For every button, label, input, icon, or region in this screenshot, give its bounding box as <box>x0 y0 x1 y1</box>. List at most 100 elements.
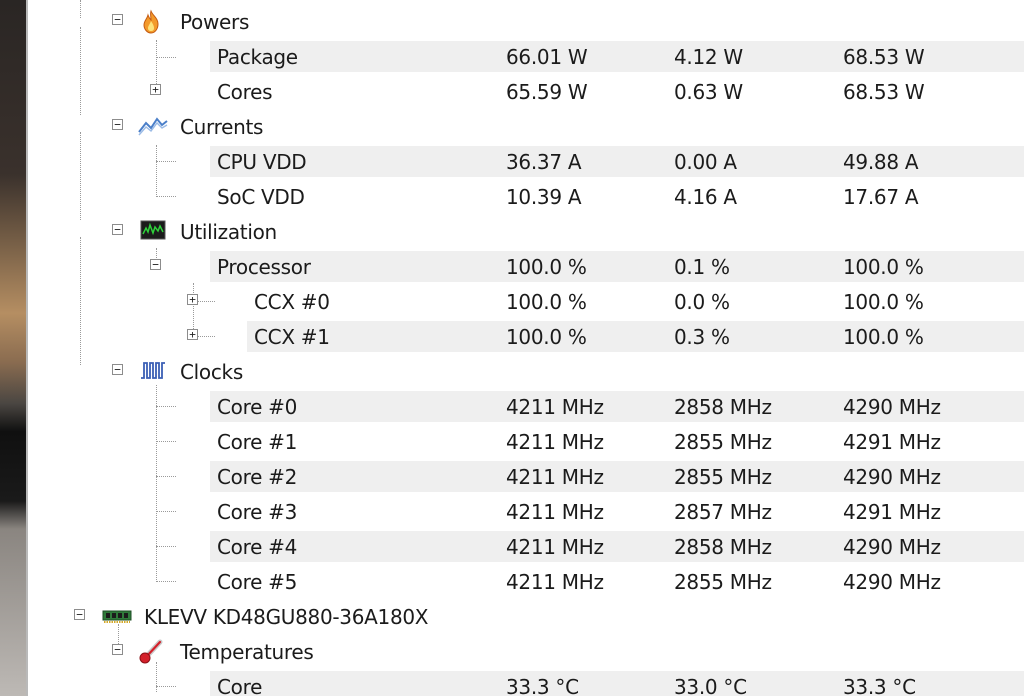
sensor-current-value: 66.01 W <box>506 45 588 69</box>
sensor-current-value: 65.59 W <box>506 80 588 104</box>
group-row-currents[interactable]: − Currents <box>28 109 1024 144</box>
sensor-row-ccx1[interactable]: + CCX #1 100.0 % 0.3 % 100.0 % <box>28 319 1024 354</box>
collapse-toggle-memory[interactable]: − <box>74 609 85 620</box>
sensor-label: Core #5 <box>217 570 298 594</box>
sensor-label: Core #3 <box>217 500 298 524</box>
group-row-powers[interactable]: − Powers <box>28 4 1024 39</box>
sensor-max-value: 100.0 % <box>843 255 924 279</box>
sensor-max-value: 4291 MHz <box>843 430 941 454</box>
device-row-memory[interactable]: − KLEVV KD48GU880-36A180X <box>28 599 1024 634</box>
sensor-label: Processor <box>217 255 311 279</box>
collapse-toggle-clocks[interactable]: − <box>112 364 123 375</box>
sensor-label: Core #0 <box>217 395 298 419</box>
current-wave-icon <box>138 114 168 138</box>
flame-icon <box>138 9 164 34</box>
sensor-min-value: 2858 MHz <box>674 395 772 419</box>
sensor-min-value: 0.0 % <box>674 290 730 314</box>
sensor-max-value: 33.3 °C <box>843 675 916 696</box>
sensor-current-value: 100.0 % <box>506 290 587 314</box>
sensor-current-value: 4211 MHz <box>506 430 604 454</box>
sensor-max-value: 4290 MHz <box>843 570 941 594</box>
clock-pulse-icon <box>140 359 166 383</box>
sensor-min-value: 2857 MHz <box>674 500 772 524</box>
sensor-label: Core #2 <box>217 465 298 489</box>
sensor-label: SoC VDD <box>217 185 305 209</box>
sensor-max-value: 17.67 A <box>843 185 919 209</box>
thermometer-icon <box>138 639 164 664</box>
sensor-current-value: 4211 MHz <box>506 500 604 524</box>
sensor-max-value: 49.88 A <box>843 150 919 174</box>
sensor-current-value: 4211 MHz <box>506 395 604 419</box>
group-label-powers: Powers <box>180 10 250 34</box>
sensor-min-value: 2855 MHz <box>674 430 772 454</box>
sensor-row-core5[interactable]: Core #5 4211 MHz 2855 MHz 4290 MHz <box>28 564 1024 599</box>
sensor-max-value: 68.53 W <box>843 80 925 104</box>
collapse-toggle-currents[interactable]: − <box>112 119 123 130</box>
collapse-toggle-processor[interactable]: − <box>150 259 161 270</box>
sensor-min-value: 33.0 °C <box>674 675 747 696</box>
sensor-row-core3[interactable]: Core #3 4211 MHz 2857 MHz 4291 MHz <box>28 494 1024 529</box>
group-label-temperatures: Temperatures <box>180 640 314 664</box>
sensor-row-ccx0[interactable]: + CCX #0 100.0 % 0.0 % 100.0 % <box>28 284 1024 319</box>
sensor-current-value: 100.0 % <box>506 325 587 349</box>
expand-toggle-ccx0[interactable]: + <box>187 294 198 305</box>
sensor-current-value: 10.39 A <box>506 185 582 209</box>
sensor-row-core2[interactable]: Core #2 4211 MHz 2855 MHz 4290 MHz <box>28 459 1024 494</box>
sensor-label: Core <box>217 675 263 696</box>
device-label-memory: KLEVV KD48GU880-36A180X <box>144 605 429 629</box>
sensor-label: Core #1 <box>217 430 298 454</box>
sensor-max-value: 68.53 W <box>843 45 925 69</box>
sensor-min-value: 2855 MHz <box>674 570 772 594</box>
group-label-utilization: Utilization <box>180 220 277 244</box>
group-row-temperatures[interactable]: − Temperatures <box>28 634 1024 669</box>
sensor-label: Package <box>217 45 298 69</box>
sensor-current-value: 100.0 % <box>506 255 587 279</box>
sensor-min-value: 4.12 W <box>674 45 743 69</box>
sensor-min-value: 0.3 % <box>674 325 730 349</box>
sensor-max-value: 4291 MHz <box>843 500 941 524</box>
sensor-row-core4[interactable]: Core #4 4211 MHz 2858 MHz 4290 MHz <box>28 529 1024 564</box>
sensor-row-package[interactable]: Package 66.01 W 4.12 W 68.53 W <box>28 39 1024 74</box>
group-label-clocks: Clocks <box>180 360 243 384</box>
expand-toggle-ccx1[interactable]: + <box>187 329 198 340</box>
sensor-row-soc-vdd[interactable]: SoC VDD 10.39 A 4.16 A 17.67 A <box>28 179 1024 214</box>
hardware-monitor-window: − Powers Package 66.01 W 4.12 W 68.53 W … <box>0 0 1024 696</box>
utilization-monitor-icon <box>140 219 166 243</box>
collapse-toggle-utilization[interactable]: − <box>112 224 123 235</box>
sensor-row-processor[interactable]: − Processor 100.0 % 0.1 % 100.0 % <box>28 249 1024 284</box>
sensor-current-value: 33.3 °C <box>506 675 579 696</box>
collapse-toggle-temperatures[interactable]: − <box>112 644 123 655</box>
sensor-row-cpu-vdd[interactable]: CPU VDD 36.37 A 0.00 A 49.88 A <box>28 144 1024 179</box>
sensor-current-value: 4211 MHz <box>506 535 604 559</box>
sensor-label: CCX #0 <box>254 290 330 314</box>
sensor-label: CCX #1 <box>254 325 330 349</box>
sensor-current-value: 4211 MHz <box>506 570 604 594</box>
sensor-current-value: 4211 MHz <box>506 465 604 489</box>
sensor-min-value: 0.63 W <box>674 80 743 104</box>
sensor-max-value: 100.0 % <box>843 290 924 314</box>
sensor-max-value: 4290 MHz <box>843 535 941 559</box>
sensor-max-value: 4290 MHz <box>843 465 941 489</box>
group-row-clocks[interactable]: − Clocks <box>28 354 1024 389</box>
sensor-min-value: 0.00 A <box>674 150 737 174</box>
sensor-min-value: 2855 MHz <box>674 465 772 489</box>
sensor-max-value: 4290 MHz <box>843 395 941 419</box>
sensor-row-core0[interactable]: Core #0 4211 MHz 2858 MHz 4290 MHz <box>28 389 1024 424</box>
group-row-utilization[interactable]: − Utilization <box>28 214 1024 249</box>
sensor-min-value: 0.1 % <box>674 255 730 279</box>
sensor-min-value: 2858 MHz <box>674 535 772 559</box>
sensor-label: CPU VDD <box>217 150 307 174</box>
sensor-max-value: 100.0 % <box>843 325 924 349</box>
sensor-row-core1[interactable]: Core #1 4211 MHz 2855 MHz 4291 MHz <box>28 424 1024 459</box>
desktop-background-strip <box>0 0 26 696</box>
sensor-row-cores[interactable]: + Cores 65.59 W 0.63 W 68.53 W <box>28 74 1024 109</box>
sensor-tree: − Powers Package 66.01 W 4.12 W 68.53 W … <box>28 0 1024 696</box>
sensor-current-value: 36.37 A <box>506 150 582 174</box>
ram-module-icon <box>102 607 132 631</box>
sensor-label: Cores <box>217 80 273 104</box>
collapse-toggle-powers[interactable]: − <box>112 14 123 25</box>
sensor-label: Core #4 <box>217 535 298 559</box>
sensor-min-value: 4.16 A <box>674 185 737 209</box>
expand-toggle-cores[interactable]: + <box>150 84 161 95</box>
sensor-row-memory-core[interactable]: Core 33.3 °C 33.0 °C 33.3 °C <box>28 669 1024 696</box>
